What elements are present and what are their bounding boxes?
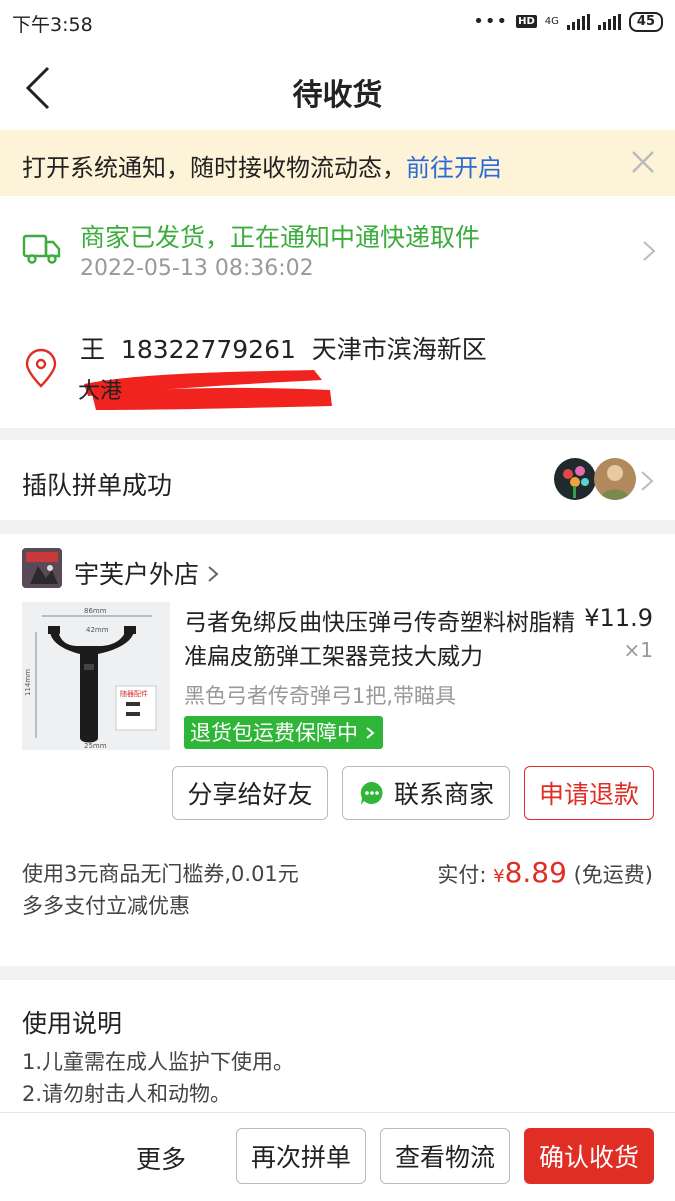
- refund-label: 申请退款: [538, 780, 639, 809]
- chevron-right-icon: [208, 566, 219, 582]
- notice-enable-link[interactable]: 前往开启: [406, 154, 502, 182]
- recipient-region: 天津市滨海新区: [311, 335, 487, 364]
- image-dim-top: 86mm: [84, 607, 107, 615]
- notification-banner: 打开系统通知，随时接收物流动态，前往开启: [0, 130, 675, 196]
- product-spec: 黑色弓者传奇弹弓1把,带瞄具: [184, 684, 457, 708]
- page-title: 待收货: [292, 78, 383, 113]
- page-header: 待收货: [0, 44, 675, 130]
- product-title[interactable]: 弓者免绑反曲快压弹弓传奇塑料树脂精准扁皮筋弹工架器竞技大威力: [184, 606, 584, 674]
- confirm-label: 确认收货: [538, 1143, 639, 1172]
- usage-title: 使用说明: [22, 1009, 123, 1038]
- product-image[interactable]: 86mm 42mm 114mm 25mm 随器配件: [22, 602, 170, 750]
- address-line: 王 18322779261 天津市滨海新区: [80, 330, 487, 366]
- redaction-scribble: 大港: [78, 370, 332, 410]
- confirm-receipt-button[interactable]: 确认收货: [524, 1128, 654, 1184]
- more-button[interactable]: 更多: [136, 1140, 186, 1176]
- logistics-label: 查看物流: [394, 1143, 495, 1172]
- notice-message: 打开系统通知，随时接收物流动态，: [22, 154, 406, 182]
- flower-avatar-icon: [563, 466, 589, 498]
- shipping-status: 商家已发货，正在通知中通快递取件: [80, 223, 481, 252]
- member-avatar-1: [554, 458, 596, 500]
- chevron-right-icon: [366, 727, 375, 739]
- notice-text: 打开系统通知，随时接收物流动态，前往开启: [22, 148, 502, 183]
- signal-icon: [566, 13, 590, 30]
- battery-icon: 45: [628, 11, 663, 32]
- coupon-info: 使用3元商品无门槛券,0.01元多多支付立减优惠: [22, 862, 299, 918]
- image-dim-inner: 42mm: [86, 626, 109, 634]
- product-quantity: ×1: [623, 638, 653, 662]
- recipient-phone: 18322779261: [120, 335, 296, 364]
- refund-button[interactable]: 申请退款: [524, 766, 654, 820]
- close-icon[interactable]: [629, 148, 657, 176]
- paid-label: 实付:: [437, 863, 487, 887]
- usage-line: 1.儿童需在成人监护下使用。: [22, 1050, 295, 1074]
- rebuy-button[interactable]: 再次拼单: [236, 1128, 366, 1184]
- slingshot-image: 86mm 42mm 114mm 25mm 随器配件: [22, 602, 170, 750]
- group-status-label: 插队拼单成功: [22, 471, 173, 500]
- badge-text: 退货包运费保障中: [190, 721, 358, 745]
- status-icons: ••• HD 4G 45: [473, 11, 663, 32]
- contact-merchant-button[interactable]: 联系商家: [342, 766, 510, 820]
- chevron-right-icon: [643, 241, 656, 261]
- product-price: ¥11.9: [584, 604, 653, 632]
- status-bar: 下午3:58 ••• HD 4G 45: [0, 0, 675, 44]
- more-dots-icon: •••: [473, 11, 509, 32]
- rebuy-label: 再次拼单: [250, 1143, 351, 1172]
- chat-icon: [360, 781, 383, 805]
- usage-line: 2.请勿射击人和动物。: [22, 1082, 232, 1106]
- shipping-time: 2022-05-13 08:36:02: [80, 256, 314, 281]
- hd-icon: HD: [516, 15, 537, 28]
- return-shipping-badge[interactable]: 退货包运费保障中: [184, 716, 383, 749]
- contact-label: 联系商家: [393, 780, 494, 809]
- store-logo-image: [22, 548, 62, 588]
- paid-currency: ¥: [493, 866, 505, 887]
- member-avatar-2: [594, 458, 636, 500]
- image-dim-bottom: 25mm: [84, 742, 107, 750]
- person-avatar-icon: [600, 465, 630, 500]
- view-logistics-button[interactable]: 查看物流: [380, 1128, 510, 1184]
- share-button[interactable]: 分享给好友: [172, 766, 328, 820]
- store-name: 宇芙户外店: [74, 560, 200, 589]
- image-dim-height: 114mm: [24, 669, 32, 696]
- store-name-link[interactable]: 宇芙户外店: [74, 555, 219, 591]
- paid-amount: 实付: ¥8.89 (免运费): [437, 856, 653, 889]
- status-time: 下午3:58: [12, 14, 93, 36]
- network-label: 4G: [544, 16, 559, 27]
- svg-text:大港: 大港: [78, 379, 122, 404]
- chevron-right-icon: [641, 471, 654, 491]
- paid-value: 8.89: [504, 856, 567, 889]
- image-tag: 随器配件: [120, 689, 148, 698]
- signal-icon-2: [597, 13, 621, 30]
- share-label: 分享给好友: [187, 780, 313, 809]
- truck-icon: [22, 234, 61, 264]
- shipping-free-note: (免运费): [573, 863, 653, 887]
- recipient-name: 王: [80, 335, 106, 364]
- store-logo[interactable]: [22, 548, 62, 588]
- location-pin-icon: [25, 348, 57, 388]
